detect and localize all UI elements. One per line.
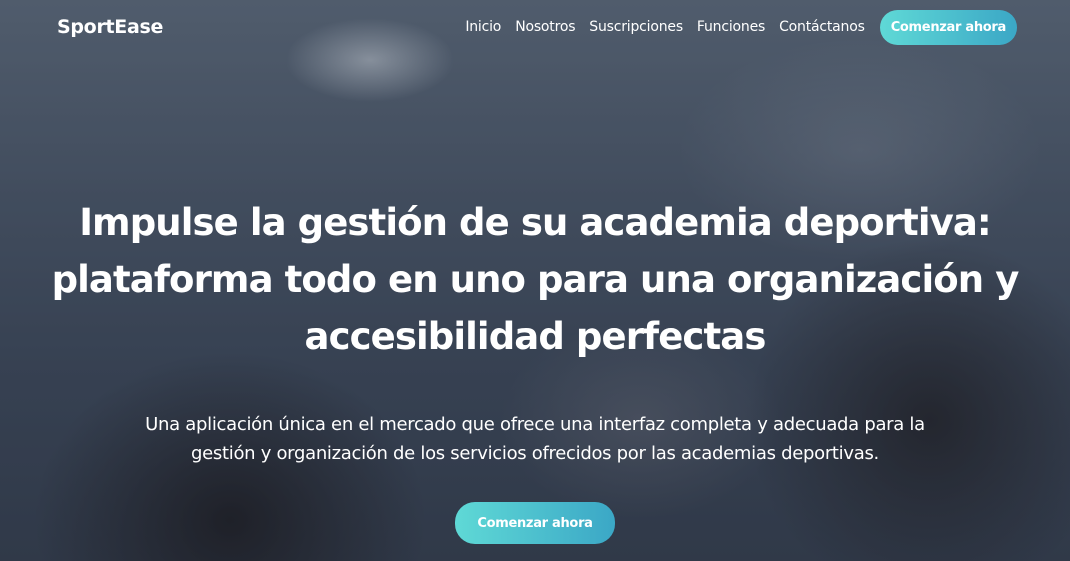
hero-content: Impulse la gestión de su academia deport… — [0, 194, 1070, 544]
hero-start-button[interactable]: Comenzar ahora — [455, 502, 615, 544]
headline-line: Impulse la gestión de su academia deport… — [79, 201, 992, 244]
nav-link-contactanos[interactable]: Contáctanos — [779, 19, 865, 35]
headline-line: plataforma todo en uno para una organiza… — [51, 258, 1020, 301]
nav-links: Inicio Nosotros Suscripciones Funciones … — [465, 9, 1017, 45]
hero-headline: Impulse la gestión de su academia deport… — [35, 194, 1035, 365]
subtitle-line: Una aplicación única en el mercado que o… — [145, 414, 925, 435]
hero-section: SportEase Inicio Nosotros Suscripciones … — [0, 0, 1070, 561]
nav-link-nosotros[interactable]: Nosotros — [515, 19, 575, 35]
brand-logo[interactable]: SportEase — [57, 16, 163, 38]
hero-subtitle: Una aplicación única en el mercado que o… — [55, 410, 1015, 468]
nav-start-button[interactable]: Comenzar ahora — [879, 9, 1017, 45]
nav-link-inicio[interactable]: Inicio — [465, 19, 501, 35]
headline-line: accesibilidad perfectas — [304, 315, 767, 358]
nav-link-funciones[interactable]: Funciones — [697, 19, 765, 35]
subtitle-line: gestión y organización de los servicios … — [191, 443, 879, 464]
navbar: SportEase Inicio Nosotros Suscripciones … — [0, 0, 1070, 54]
nav-link-suscripciones[interactable]: Suscripciones — [589, 19, 683, 35]
